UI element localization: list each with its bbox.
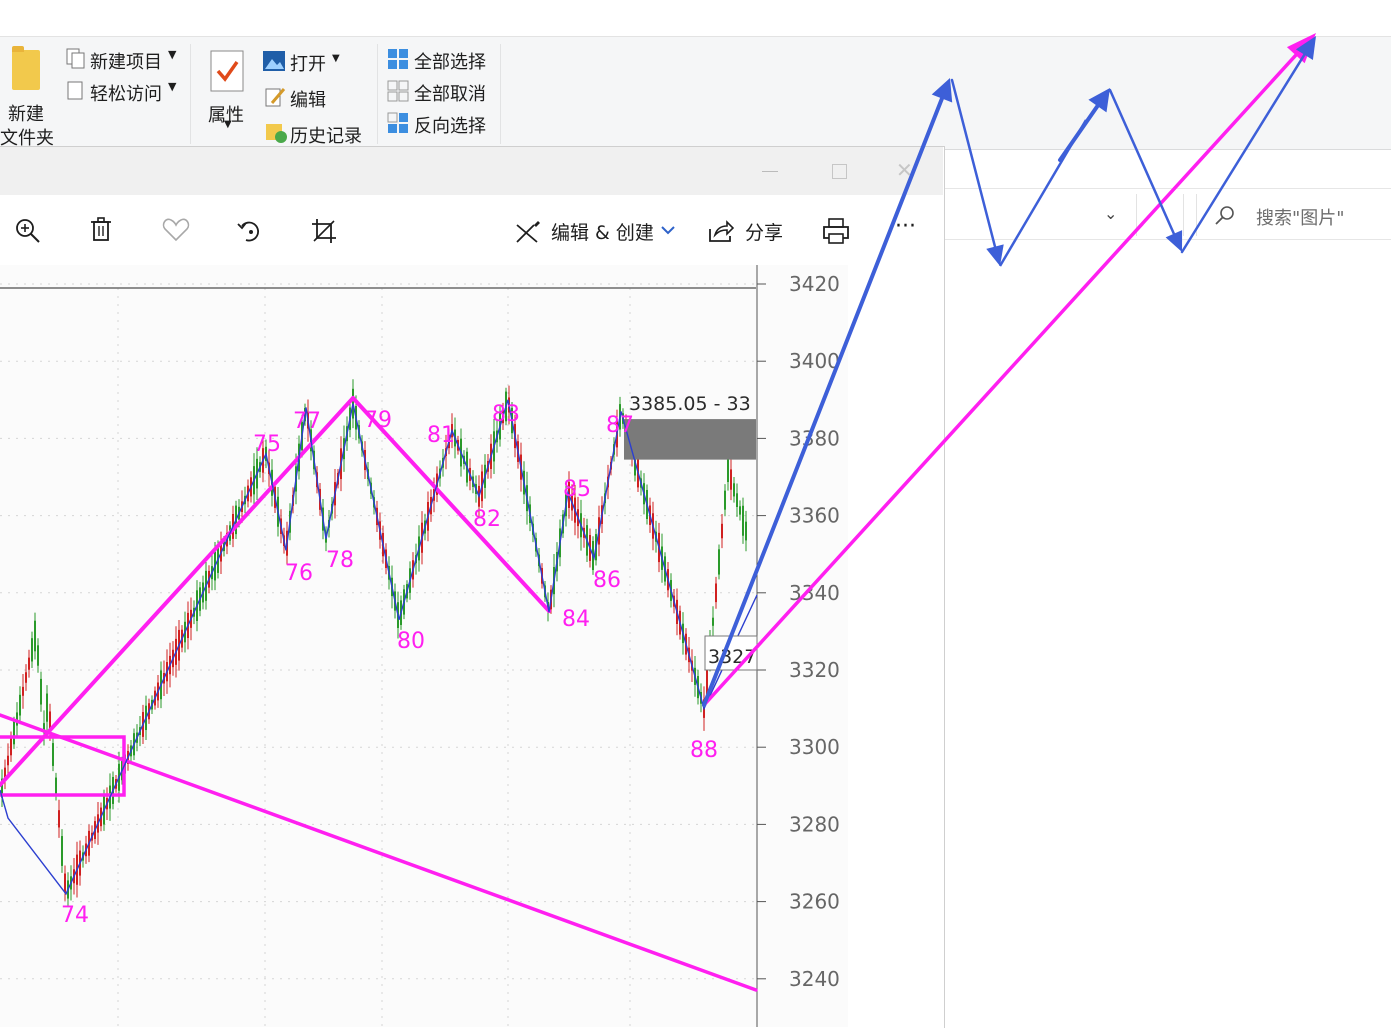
candle-body <box>52 743 54 766</box>
zone-label: 3385.05 - 33 <box>629 393 751 415</box>
y-tick-label: 3240 <box>789 967 840 991</box>
candle-body <box>55 777 57 796</box>
y-tick-label: 3260 <box>789 890 840 914</box>
wave-label: 77 <box>293 409 321 434</box>
candle-body <box>25 672 27 683</box>
wave-label: 88 <box>690 738 718 763</box>
candle-body <box>46 693 48 722</box>
blue-final-arrow <box>1180 53 1306 254</box>
candle-body <box>10 738 12 756</box>
blue-wave-up-arrow-head <box>1088 88 1110 113</box>
candle-body <box>727 456 729 483</box>
wave-zigzag <box>0 399 758 896</box>
candle-body <box>61 836 63 866</box>
y-tick-label: 3420 <box>789 272 840 296</box>
y-tick-label: 3300 <box>789 735 840 759</box>
candle-body <box>739 506 741 515</box>
wave-label: 75 <box>253 432 281 457</box>
resistance-zone <box>624 419 756 460</box>
blue-wave-down-arrow <box>1108 88 1176 235</box>
candle-body <box>40 678 42 705</box>
wave-label: 74 <box>61 903 89 928</box>
candle-body <box>16 712 18 726</box>
candle-body <box>724 490 726 510</box>
candle-body <box>28 657 30 670</box>
y-tick-label: 3280 <box>789 812 840 836</box>
candle-body <box>730 469 732 490</box>
y-tick-label: 3360 <box>789 504 840 528</box>
candle-body <box>34 620 36 652</box>
candle-body <box>13 721 15 745</box>
wave-path <box>0 399 758 896</box>
blue-wave-up-arrow <box>1058 104 1100 162</box>
candle-body <box>64 873 66 893</box>
candle-body <box>37 645 39 666</box>
candle-body <box>19 694 21 716</box>
wave-label: 83 <box>492 402 520 427</box>
candle-body <box>733 483 735 497</box>
uptrend-line <box>0 396 355 787</box>
y-tick-label: 3320 <box>789 658 840 682</box>
candle-body <box>742 505 744 536</box>
wave-label: 78 <box>326 548 354 573</box>
wave-labels: 74 75 76 77 78 79 80 81 82 83 84 85 86 87 88 <box>61 402 718 928</box>
candle-body <box>715 583 717 603</box>
downtrend-line <box>0 713 758 992</box>
wave-label: 84 <box>562 607 590 632</box>
candle-body <box>736 493 738 507</box>
candle-body <box>31 638 33 662</box>
wave-label: 86 <box>593 568 621 593</box>
blue-pullback-arrow <box>950 78 997 248</box>
candle-body <box>721 523 723 539</box>
wave-label: 85 <box>563 477 591 502</box>
candle-body <box>58 810 60 828</box>
wave-label: 79 <box>364 408 392 433</box>
wave-label: 87 <box>606 413 634 438</box>
wave-label: 80 <box>397 629 425 654</box>
candle-body <box>7 755 9 766</box>
candle-body <box>712 617 714 626</box>
wave-label: 81 <box>427 423 455 448</box>
magenta-target-arrow <box>702 53 1298 707</box>
y-tick-label: 3380 <box>789 426 840 450</box>
y-tick-label: 3400 <box>789 349 840 373</box>
candle-body <box>718 549 720 575</box>
price-chart: 3420340033803360334033203300328032603240… <box>0 33 1316 1027</box>
wave-label: 76 <box>285 561 313 586</box>
candle-body <box>22 686 24 696</box>
wave-label: 82 <box>473 507 501 532</box>
candle-body <box>745 521 747 541</box>
